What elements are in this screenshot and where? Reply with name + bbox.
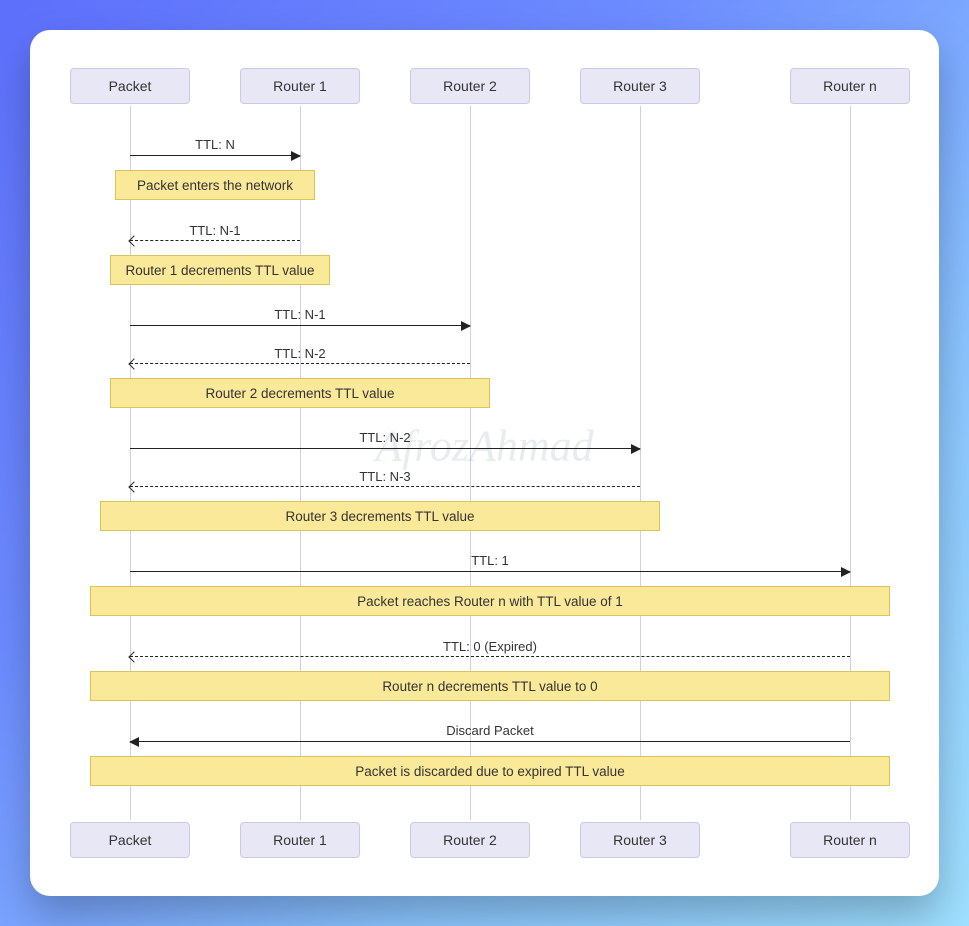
msg-ttl-n-2-forward: TTL: N-2 [130,448,640,449]
note-router1-decrement: Router 1 decrements TTL value [110,255,330,285]
note-reaches-routern: Packet reaches Router n with TTL value o… [90,586,890,616]
msg-ttl-n: TTL: N [130,155,300,156]
actor-routern-top: Router n [790,68,910,104]
arrow-right-icon [841,567,851,577]
msg-label: TTL: N-3 [130,469,640,484]
note-routern-decrement: Router n decrements TTL value to 0 [90,671,890,701]
lifeline-router1 [300,106,301,820]
msg-label: TTL: N-1 [130,223,300,238]
lifeline-router2 [470,106,471,820]
msg-ttl-1: TTL: 1 [130,571,850,572]
arrow-right-icon [461,321,471,331]
lifeline-packet [130,106,131,820]
actor-routern-bottom: Router n [790,822,910,858]
note-packet-enters: Packet enters the network [115,170,315,200]
msg-label: TTL: 0 (Expired) [130,639,850,654]
actor-router1-top: Router 1 [240,68,360,104]
lifeline-router3 [640,106,641,820]
diagram-card: Packet Router 1 Router 2 Router 3 Router… [30,30,939,896]
lifeline-routern [850,106,851,820]
msg-ttl-n-3-return: TTL: N-3 [130,486,640,487]
actor-router3-bottom: Router 3 [580,822,700,858]
actor-packet-top: Packet [70,68,190,104]
msg-ttl-n-2-return: TTL: N-2 [130,363,470,364]
arrow-right-icon [631,444,641,454]
note-router2-decrement: Router 2 decrements TTL value [110,378,490,408]
watermark-text: AfrozAhmad [375,421,593,472]
actor-packet-bottom: Packet [70,822,190,858]
msg-label: TTL: N-2 [130,430,640,445]
msg-label: TTL: N-1 [130,307,470,322]
msg-ttl-n-1-forward: TTL: N-1 [130,325,470,326]
msg-ttl-0-expired: TTL: 0 (Expired) [130,656,850,657]
arrow-left-icon [129,737,139,747]
msg-label: Discard Packet [130,723,850,738]
msg-label: TTL: 1 [130,553,850,568]
actor-router3-top: Router 3 [580,68,700,104]
actor-router2-bottom: Router 2 [410,822,530,858]
msg-discard-packet: Discard Packet [130,741,850,742]
note-packet-discarded: Packet is discarded due to expired TTL v… [90,756,890,786]
note-router3-decrement: Router 3 decrements TTL value [100,501,660,531]
msg-label: TTL: N [130,137,300,152]
sequence-diagram: Packet Router 1 Router 2 Router 3 Router… [50,50,919,876]
msg-label: TTL: N-2 [130,346,470,361]
arrow-right-icon [291,151,301,161]
msg-ttl-n-1-return: TTL: N-1 [130,240,300,241]
actor-router1-bottom: Router 1 [240,822,360,858]
actor-router2-top: Router 2 [410,68,530,104]
